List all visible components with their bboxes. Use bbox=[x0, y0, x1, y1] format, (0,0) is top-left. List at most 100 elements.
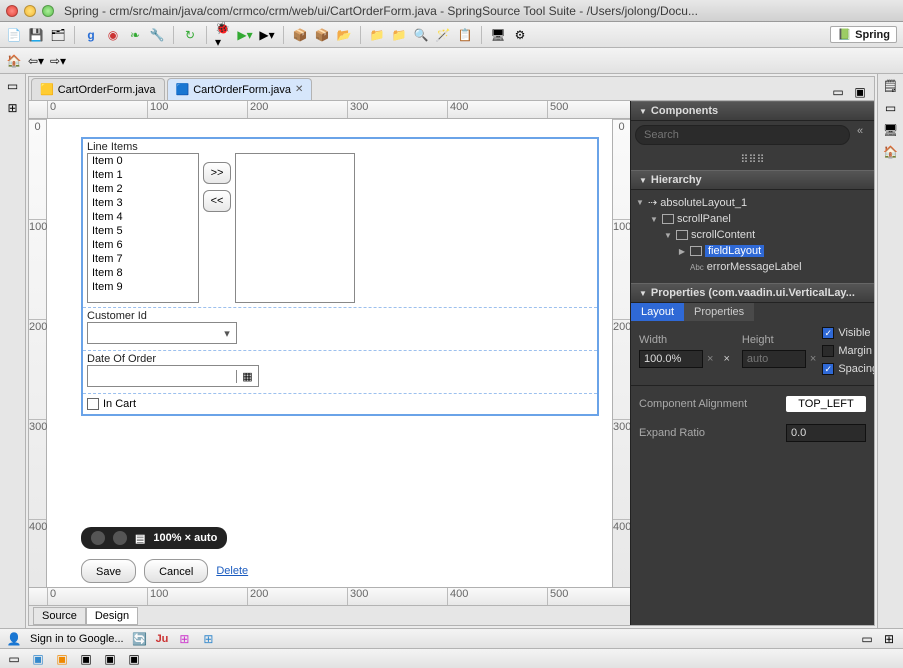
google-icon[interactable]: g bbox=[83, 27, 99, 43]
clear-icon[interactable]: × bbox=[707, 353, 713, 365]
new-package-icon[interactable]: 📦 bbox=[292, 27, 308, 43]
new-class-icon[interactable]: 📦 bbox=[314, 27, 330, 43]
expand-ratio-input[interactable] bbox=[786, 424, 866, 442]
height-input[interactable] bbox=[742, 350, 806, 368]
size-overlay[interactable]: ▤ 100% × auto bbox=[81, 527, 227, 549]
minimize-window-icon[interactable] bbox=[24, 5, 36, 17]
in-cart-checkbox[interactable]: In Cart bbox=[83, 394, 597, 414]
editor-tab-1[interactable]: 🟦 CartOrderForm.java ✕ bbox=[167, 78, 313, 100]
package-explorer-icon[interactable]: ⊞ bbox=[5, 100, 21, 116]
customer-id-combo[interactable]: ▾ bbox=[87, 322, 237, 344]
stop-icon[interactable]: ◉ bbox=[105, 27, 121, 43]
tree-node-root[interactable]: ▼⇢absoluteLayout_1 bbox=[635, 194, 870, 211]
design-canvas[interactable]: Line Items Item 0 Item 1 Item 2 Item 3 I… bbox=[47, 119, 612, 587]
back-icon[interactable]: ⇦▾ bbox=[28, 53, 44, 69]
list-item[interactable]: Item 2 bbox=[88, 182, 198, 196]
tree-node-scrollcontent[interactable]: ▼scrollContent bbox=[635, 227, 870, 243]
gear-icon[interactable]: ⚙ bbox=[512, 27, 528, 43]
layout-tab[interactable]: Layout bbox=[631, 303, 684, 321]
hierarchy-header[interactable]: Hierarchy bbox=[631, 170, 874, 190]
outline-right-icon[interactable]: ▭ bbox=[883, 100, 899, 116]
minimize-view-icon[interactable]: ▭ bbox=[830, 84, 846, 100]
save-all-icon[interactable]: 🗂 bbox=[50, 27, 66, 43]
tree-node-fieldlayout[interactable]: ▶fieldLayout bbox=[635, 243, 870, 259]
outline-view-icon[interactable]: ▭ bbox=[5, 78, 21, 94]
zoom-window-icon[interactable] bbox=[42, 5, 54, 17]
list-item[interactable]: Item 1 bbox=[88, 168, 198, 182]
delete-link[interactable]: Delete bbox=[216, 565, 248, 577]
refresh-icon[interactable]: ↻ bbox=[182, 27, 198, 43]
properties-tab[interactable]: Properties bbox=[684, 303, 754, 321]
search-input[interactable] bbox=[635, 125, 850, 145]
components-header[interactable]: Components bbox=[631, 101, 874, 121]
sign-in-link[interactable]: Sign in to Google... bbox=[30, 633, 124, 645]
console-icon[interactable]: ▭ bbox=[6, 651, 22, 667]
leaf-icon[interactable]: ❧ bbox=[127, 27, 143, 43]
new-icon[interactable]: 📄 bbox=[6, 27, 22, 43]
close-icon[interactable]: ✕ bbox=[295, 84, 303, 95]
wand-icon[interactable]: 🪄 bbox=[435, 27, 451, 43]
drag-handle-icon[interactable]: ⠿⠿⠿ bbox=[631, 149, 874, 170]
ju-icon[interactable]: Ju bbox=[156, 633, 169, 645]
list-item[interactable]: Item 9 bbox=[88, 280, 198, 294]
maximize-view-icon[interactable]: ▣ bbox=[852, 84, 868, 100]
spacing-checkbox[interactable]: ✓Spacing bbox=[822, 363, 874, 375]
perspective-switcher[interactable]: 📗 Spring bbox=[830, 26, 897, 43]
forward-icon[interactable]: ⇨▾ bbox=[50, 53, 66, 69]
grid2-icon[interactable]: ⊞ bbox=[200, 631, 216, 647]
width-input[interactable] bbox=[639, 350, 703, 368]
clear-icon[interactable]: × bbox=[810, 353, 816, 365]
list-item[interactable]: Item 8 bbox=[88, 266, 198, 280]
search-icon[interactable]: 🔍 bbox=[413, 27, 429, 43]
home-right-icon[interactable]: 🏠 bbox=[883, 144, 899, 160]
home-icon[interactable]: 🏠 bbox=[6, 53, 22, 69]
list-item[interactable]: Item 4 bbox=[88, 210, 198, 224]
move-left-button[interactable]: << bbox=[203, 190, 231, 212]
alignment-select[interactable]: TOP_LEFT bbox=[786, 396, 866, 412]
source-listbox[interactable]: Item 0 Item 1 Item 2 Item 3 Item 4 Item … bbox=[87, 153, 199, 303]
run-last-icon[interactable]: ▶▾ bbox=[259, 27, 275, 43]
date-of-order-field[interactable]: ▦ bbox=[87, 365, 259, 387]
problems-icon[interactable]: ▣ bbox=[30, 651, 46, 667]
list-item[interactable]: Item 0 bbox=[88, 154, 198, 168]
calendar-icon[interactable]: ▦ bbox=[236, 370, 258, 383]
bookmarks-icon[interactable]: ▣ bbox=[126, 651, 142, 667]
tree-node-errorlabel[interactable]: AbcerrorMessageLabel bbox=[635, 259, 870, 275]
save-button[interactable]: Save bbox=[81, 559, 136, 583]
list-item[interactable]: Item 7 bbox=[88, 252, 198, 266]
source-tab[interactable]: Source bbox=[33, 607, 86, 625]
close-window-icon[interactable] bbox=[6, 5, 18, 17]
tree-node-scrollpanel[interactable]: ▼scrollPanel bbox=[635, 211, 870, 227]
run-icon[interactable]: ▶▾ bbox=[237, 27, 253, 43]
history-icon[interactable]: ▣ bbox=[102, 651, 118, 667]
design-tab[interactable]: Design bbox=[86, 607, 138, 625]
trim-icon[interactable]: ▭ bbox=[859, 631, 875, 647]
target-listbox[interactable] bbox=[235, 153, 355, 303]
google-signin-icon[interactable]: 👤 bbox=[6, 631, 22, 647]
cancel-button[interactable]: Cancel bbox=[144, 559, 208, 583]
editor-tab-0[interactable]: 🟨 CartOrderForm.java bbox=[31, 78, 165, 100]
task-icon[interactable]: 📋 bbox=[457, 27, 473, 43]
open-resource-icon[interactable]: 📁 bbox=[391, 27, 407, 43]
bean-icon[interactable]: 🔧 bbox=[149, 27, 165, 43]
trim-icon[interactable]: ⊞ bbox=[881, 631, 897, 647]
sync-icon[interactable]: 🔄 bbox=[132, 631, 148, 647]
grid1-icon[interactable]: ⊞ bbox=[176, 631, 192, 647]
debug-icon[interactable]: 🐞▾ bbox=[215, 27, 231, 43]
list-item[interactable]: Item 5 bbox=[88, 224, 198, 238]
visible-checkbox[interactable]: ✓Visible bbox=[822, 327, 874, 339]
save-icon[interactable]: 💾 bbox=[28, 27, 44, 43]
search-results-icon[interactable]: ▣ bbox=[78, 651, 94, 667]
tasks-view-icon[interactable]: 🗒 bbox=[883, 78, 899, 94]
form-container[interactable]: Line Items Item 0 Item 1 Item 2 Item 3 I… bbox=[81, 137, 599, 416]
tasks-icon[interactable]: ▣ bbox=[54, 651, 70, 667]
new-folder-icon[interactable]: 📂 bbox=[336, 27, 352, 43]
servers-right-icon[interactable]: 🖥 bbox=[883, 122, 899, 138]
collapse-icon[interactable]: « bbox=[850, 125, 870, 145]
servers-icon[interactable]: 🖥 bbox=[490, 27, 506, 43]
list-item[interactable]: Item 3 bbox=[88, 196, 198, 210]
move-right-button[interactable]: >> bbox=[203, 162, 231, 184]
list-item[interactable]: Item 6 bbox=[88, 238, 198, 252]
margin-checkbox[interactable]: Margin bbox=[822, 345, 874, 357]
open-type-icon[interactable]: 📁 bbox=[369, 27, 385, 43]
